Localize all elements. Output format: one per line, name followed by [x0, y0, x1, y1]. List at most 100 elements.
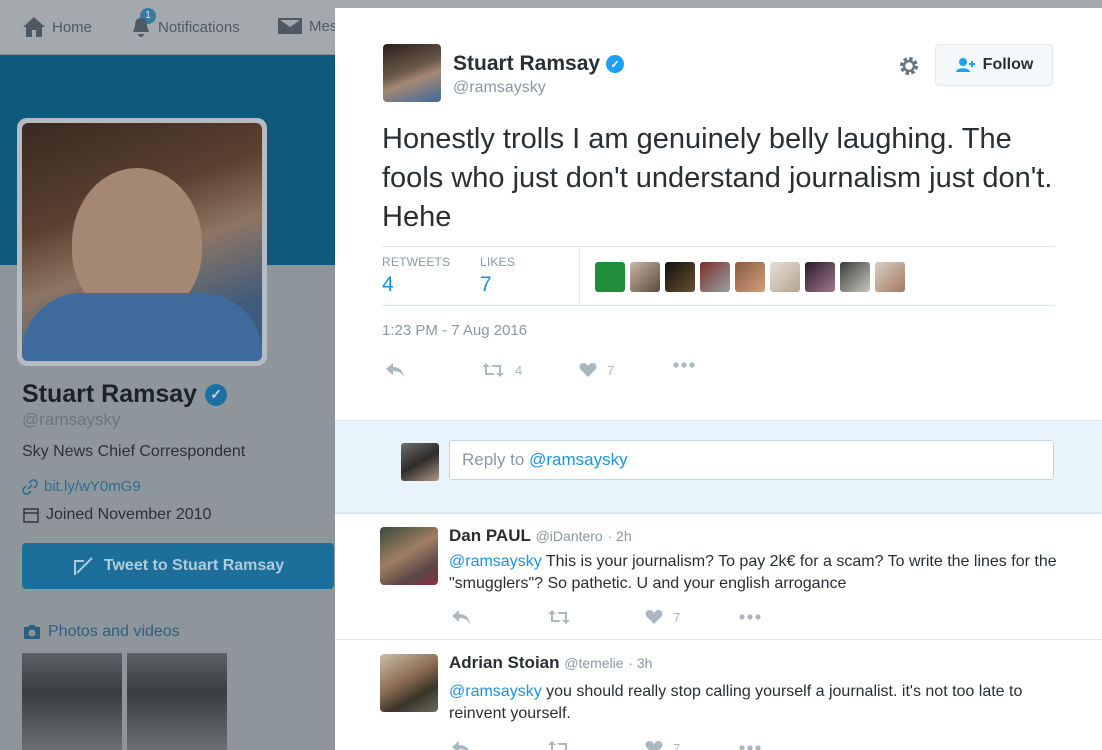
tweet-author-name-text: Stuart Ramsay	[453, 52, 601, 75]
tweet-author-avatar[interactable]	[383, 44, 441, 102]
reply-mention[interactable]: @ramsaysky	[449, 553, 542, 570]
profile-name: Stuart Ramsay ✓	[22, 380, 228, 409]
photos-videos-link[interactable]: Photos and videos	[22, 623, 180, 641]
profile-avatar[interactable]	[17, 118, 267, 366]
reply-icon	[452, 741, 469, 750]
retweet-button[interactable]: 4	[481, 362, 522, 378]
tweet-timestamp[interactable]: 1:23 PM - 7 Aug 2016	[382, 322, 527, 339]
reply-tweet[interactable]: Adrian Stoian @temelie · 3h @ramsaysky y…	[335, 639, 1102, 750]
current-user-avatar	[401, 443, 439, 481]
liker-avatar[interactable]	[665, 262, 695, 292]
reply-button[interactable]	[451, 740, 471, 750]
likes-stat[interactable]: LIKES 7	[480, 255, 515, 297]
like-count: 7	[607, 362, 615, 378]
liker-avatar[interactable]	[840, 262, 870, 292]
verified-badge-icon: ✓	[205, 383, 228, 406]
retweet-button[interactable]	[547, 740, 571, 750]
media-thumbnail[interactable]	[127, 653, 227, 750]
reply-like-count: 7	[673, 609, 681, 625]
liker-avatar[interactable]	[735, 262, 765, 292]
retweet-button[interactable]	[547, 609, 571, 625]
reply-mention[interactable]: @ramsaysky	[449, 683, 542, 700]
reply-input[interactable]: Reply to @ramsaysky	[449, 440, 1054, 480]
more-button[interactable]	[739, 745, 761, 750]
tweet-to-label: Tweet to Stuart Ramsay	[103, 557, 285, 574]
profile-handle: @ramsaysky	[22, 410, 121, 429]
reply-icon	[452, 610, 470, 624]
profile-bio: Sky News Chief Correspondent	[22, 443, 246, 460]
calendar-icon	[23, 508, 39, 523]
liker-avatar[interactable]	[630, 262, 660, 292]
tweet-text: Honestly trolls I am genuinely belly lau…	[382, 123, 1053, 233]
tweet-author-handle[interactable]: @ramsaysky	[453, 79, 546, 97]
photos-videos-label: Photos and videos	[48, 623, 180, 640]
liker-avatar[interactable]	[875, 262, 905, 292]
retweet-icon	[482, 363, 504, 377]
more-dots-icon	[739, 614, 761, 620]
reply-author-name[interactable]: Adrian Stoian	[449, 653, 560, 672]
tweet-actions: 4 7	[335, 362, 1102, 384]
retweet-icon	[548, 741, 567, 750]
likes-label: LIKES	[480, 255, 516, 269]
retweets-count: 4	[382, 273, 394, 296]
add-user-icon	[955, 58, 975, 72]
follow-button[interactable]: Follow	[935, 44, 1053, 86]
reply-text: @ramsaysky This is your journalism? To p…	[449, 551, 1059, 595]
like-button[interactable]: 7	[579, 362, 614, 378]
retweet-count: 4	[515, 362, 523, 378]
profile-joined: Joined November 2010	[22, 506, 211, 524]
reply-placeholder-mention: @ramsaysky	[529, 450, 628, 469]
like-button[interactable]: 7	[645, 609, 680, 625]
likes-count: 7	[480, 273, 492, 296]
more-button[interactable]	[673, 362, 695, 368]
reply-header: Adrian Stoian @temelie · 3h	[449, 653, 653, 672]
reply-button[interactable]	[451, 609, 471, 625]
reply-author-handle[interactable]: @temelie	[564, 655, 623, 671]
nav-home-label: Home	[52, 18, 93, 36]
profile-link[interactable]: bit.ly/wY0mG9	[22, 478, 141, 495]
reply-header: Dan PAUL @iDantero · 2h	[449, 526, 632, 545]
tweet-author-name[interactable]: Stuart Ramsay ✓	[453, 52, 625, 76]
reply-text: @ramsaysky you should really stop callin…	[449, 681, 1059, 725]
bell-icon	[133, 18, 149, 37]
reply-time[interactable]: 2h	[616, 528, 632, 544]
more-button[interactable]	[739, 614, 761, 620]
stats-divider	[579, 247, 580, 305]
retweets-label: RETWEETS	[382, 255, 451, 269]
reply-like-count: 7	[673, 740, 681, 750]
tweet-modal: Stuart Ramsay ✓ @ramsaysky Follow Honest…	[335, 8, 1102, 750]
link-icon	[22, 478, 38, 495]
nav-notifications[interactable]: Notifications	[130, 16, 240, 38]
reply-time[interactable]: 3h	[637, 655, 653, 671]
heart-icon	[579, 363, 597, 377]
home-icon	[23, 17, 45, 37]
follow-label: Follow	[982, 56, 1034, 73]
compose-icon	[73, 557, 93, 575]
reply-author-avatar[interactable]	[380, 527, 438, 585]
liker-avatars	[595, 262, 905, 292]
reply-composer: Reply to @ramsaysky	[335, 420, 1102, 514]
reply-author-handle[interactable]: @iDantero	[536, 528, 603, 544]
liker-avatar[interactable]	[700, 262, 730, 292]
verified-badge-icon: ✓	[606, 55, 625, 73]
liker-avatar[interactable]	[770, 262, 800, 292]
like-button[interactable]: 7	[645, 740, 680, 750]
reply-button[interactable]	[385, 362, 405, 378]
gear-icon[interactable]	[897, 54, 921, 78]
nav-messages-label: Mes	[309, 17, 338, 35]
profile-joined-text: Joined November 2010	[46, 506, 212, 523]
more-dots-icon	[739, 745, 761, 750]
reply-author-name[interactable]: Dan PAUL	[449, 526, 531, 545]
liker-avatar[interactable]	[805, 262, 835, 292]
heart-icon	[645, 610, 663, 624]
nav-messages[interactable]: Mes	[277, 16, 337, 36]
reply-tweet[interactable]: Dan PAUL @iDantero · 2h @ramsaysky This …	[335, 512, 1102, 639]
camera-icon	[24, 625, 40, 639]
liker-avatar[interactable]	[595, 262, 625, 292]
nav-home[interactable]: Home	[22, 16, 92, 38]
media-thumbnail[interactable]	[22, 653, 122, 750]
tweet-to-button[interactable]: Tweet to Stuart Ramsay	[22, 543, 334, 589]
profile-name-text: Stuart Ramsay	[22, 380, 198, 408]
reply-author-avatar[interactable]	[380, 654, 438, 712]
retweets-stat[interactable]: RETWEETS 4	[382, 255, 450, 297]
